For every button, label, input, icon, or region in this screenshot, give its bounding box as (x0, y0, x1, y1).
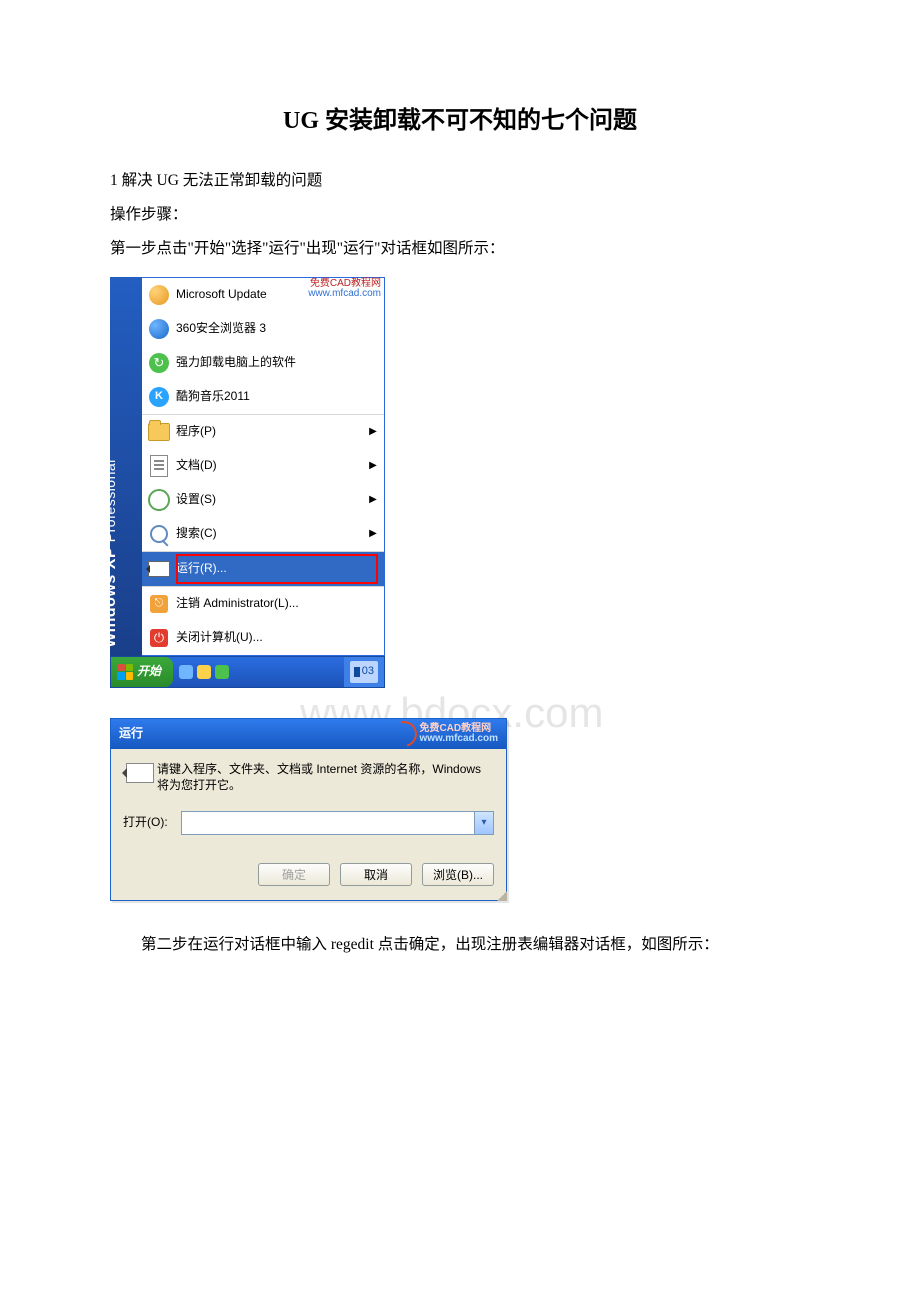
submenu-arrow-icon: ▶ (368, 457, 378, 475)
menu-label: 酷狗音乐2011 (176, 386, 378, 408)
ok-button[interactable]: 确定 (258, 863, 330, 886)
start-button-label: 开始 (137, 661, 161, 683)
menu-label: Microsoft Update (176, 284, 378, 306)
run-dialog-info-text: 请键入程序、文件夹、文档或 Internet 资源的名称，Windows 将为您… (157, 761, 494, 793)
msupdate-icon (148, 284, 170, 306)
page-title: UG 安装卸载不可不知的七个问题 (110, 100, 810, 143)
submenu-arrow-icon: ▶ (368, 491, 378, 509)
menu-label: 注销 Administrator(L)... (176, 593, 378, 615)
menu-item-documents[interactable]: 文档(D) ▶ (142, 449, 384, 483)
documents-icon (148, 455, 170, 477)
browse-button[interactable]: 浏览(B)... (422, 863, 494, 886)
menu-item-logoff[interactable]: ⎋ 注销 Administrator(L)... (142, 587, 384, 621)
watermark-mfcad: 免费CAD教程网 www.mfcad.com (391, 721, 498, 747)
settings-icon (148, 489, 170, 511)
menu-item-shutdown[interactable]: ⏻ 关闭计算机(U)... (142, 621, 384, 655)
logoff-icon: ⎋ (148, 593, 170, 615)
body-line-2: 操作步骤： (110, 201, 810, 229)
cancel-button[interactable]: 取消 (340, 863, 412, 886)
menu-label: 程序(P) (176, 421, 368, 443)
taskbar-tray[interactable]: 03 (344, 657, 384, 687)
run-icon (123, 761, 157, 783)
menu-label: 关闭计算机(U)... (176, 627, 378, 649)
start-button[interactable]: 开始 (111, 657, 173, 687)
uninstall-icon: ↻ (148, 352, 170, 374)
open-input[interactable] (182, 812, 474, 834)
menu-label: 360安全浏览器 3 (176, 318, 378, 340)
menu-item-kugou[interactable]: K 酷狗音乐2011 (142, 380, 384, 415)
menu-item-programs[interactable]: 程序(P) ▶ (142, 415, 384, 449)
run-dialog-title: 运行 (119, 723, 143, 745)
dropdown-arrow-icon[interactable]: ▾ (474, 812, 493, 834)
menu-item-uninstall[interactable]: ↻ 强力卸载电脑上的软件 (142, 346, 384, 380)
programs-icon (148, 421, 170, 443)
submenu-arrow-icon: ▶ (368, 525, 378, 543)
language-badge[interactable]: 03 (350, 661, 378, 683)
menu-label: 设置(S) (176, 489, 368, 511)
menu-label: 搜索(C) (176, 523, 368, 545)
menu-label: 文档(D) (176, 455, 368, 477)
submenu-arrow-icon: ▶ (368, 423, 378, 441)
ie-icon (148, 318, 170, 340)
menu-item-run[interactable]: 运行(R)... (142, 552, 384, 587)
menu-item-msupdate[interactable]: Microsoft Update (142, 278, 384, 312)
start-menu-screenshot: Windows XP Professional 免费CAD教程网 www.mfc… (110, 277, 385, 688)
startmenu-sidebar: Windows XP Professional (110, 277, 142, 656)
sidebar-product: Windows XP (102, 547, 119, 648)
open-label: 打开(O): (123, 812, 181, 834)
windows-flag-icon (117, 664, 133, 680)
taskbar: 开始 03 (110, 656, 385, 688)
startmenu-body: 免费CAD教程网 www.mfcad.com Microsoft Update … (142, 277, 385, 656)
menu-item-settings[interactable]: 设置(S) ▶ (142, 483, 384, 517)
sidebar-edition: Professional (102, 459, 118, 542)
body-line-3: 第一步点击"开始"选择"运行"出现"运行"对话框如图所示： (110, 235, 810, 263)
mfcad-logo-icon (387, 716, 423, 752)
kugou-icon: K (148, 386, 170, 408)
taskbar-quicklaunch[interactable] (179, 665, 229, 679)
resize-grip-icon[interactable] (497, 891, 507, 901)
body-line-1: 1 解决 UG 无法正常卸载的问题 (110, 167, 810, 195)
menu-label: 强力卸载电脑上的软件 (176, 352, 378, 374)
power-icon: ⏻ (148, 627, 170, 649)
search-icon (148, 523, 170, 545)
run-icon (148, 558, 170, 580)
menu-item-search[interactable]: 搜索(C) ▶ (142, 517, 384, 552)
run-dialog-titlebar[interactable]: 运行 免费CAD教程网 www.mfcad.com (111, 719, 506, 749)
run-dialog: 运行 免费CAD教程网 www.mfcad.com 请键入程序、文件夹、文档或 … (110, 718, 507, 901)
open-combobox[interactable]: ▾ (181, 811, 494, 835)
menu-label: 运行(R)... (176, 558, 378, 580)
menu-item-360[interactable]: 360安全浏览器 3 (142, 312, 384, 346)
body-line-4: 第二步在运行对话框中输入 regedit 点击确定，出现注册表编辑器对话框，如图… (110, 931, 810, 959)
